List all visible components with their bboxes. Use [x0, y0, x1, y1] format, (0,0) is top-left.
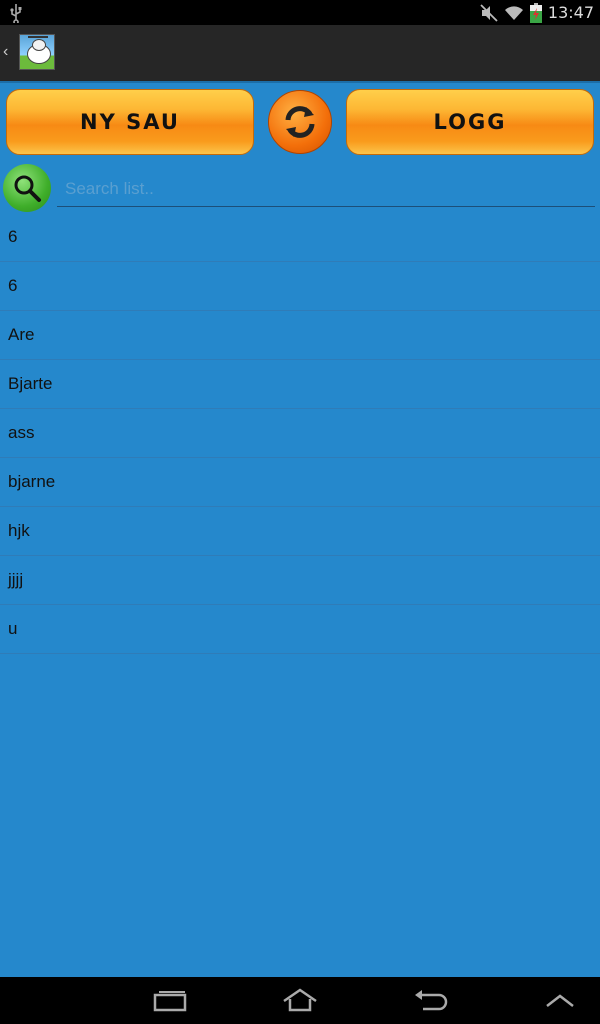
- refresh-button[interactable]: [268, 90, 332, 154]
- list-item[interactable]: jjjj: [0, 556, 600, 605]
- status-bar: 13:47: [0, 0, 600, 25]
- propeller: [28, 36, 48, 38]
- wifi-icon: [504, 5, 523, 20]
- main-content: NY SAU LOGG 6 6 Are Bjarte ass bjarne hj…: [0, 81, 600, 979]
- list-item[interactable]: hjk: [0, 507, 600, 556]
- list-item[interactable]: 6: [0, 213, 600, 262]
- sheep-head: [32, 39, 46, 51]
- refresh-icon: [285, 106, 315, 138]
- search-input[interactable]: [57, 171, 595, 207]
- list-item[interactable]: ass: [0, 409, 600, 458]
- chevron-left-icon[interactable]: ‹: [3, 43, 8, 61]
- navigation-bar: [0, 977, 600, 1024]
- new-sheep-button[interactable]: NY SAU: [6, 89, 254, 155]
- list-item[interactable]: u: [0, 605, 600, 654]
- log-button[interactable]: LOGG: [346, 89, 594, 155]
- menu-up-icon[interactable]: [540, 985, 580, 1015]
- search-icon[interactable]: [3, 164, 51, 212]
- mute-icon: [480, 3, 498, 22]
- sheep-helicopter-app-icon[interactable]: [19, 34, 55, 70]
- sheep-list: 6 6 Are Bjarte ass bjarne hjk jjjj u: [0, 213, 600, 654]
- battery-icon: [529, 2, 542, 23]
- action-bar: ‹: [0, 25, 600, 81]
- list-item[interactable]: 6: [0, 262, 600, 311]
- status-time: 13:47: [547, 3, 594, 22]
- back-icon[interactable]: [410, 985, 450, 1015]
- list-item[interactable]: Are: [0, 311, 600, 360]
- magnifier-glyph: [14, 175, 41, 202]
- list-item[interactable]: Bjarte: [0, 360, 600, 409]
- list-item[interactable]: bjarne: [0, 458, 600, 507]
- recent-apps-icon[interactable]: [150, 985, 190, 1015]
- home-icon[interactable]: [280, 985, 320, 1015]
- usb-icon: [10, 4, 22, 23]
